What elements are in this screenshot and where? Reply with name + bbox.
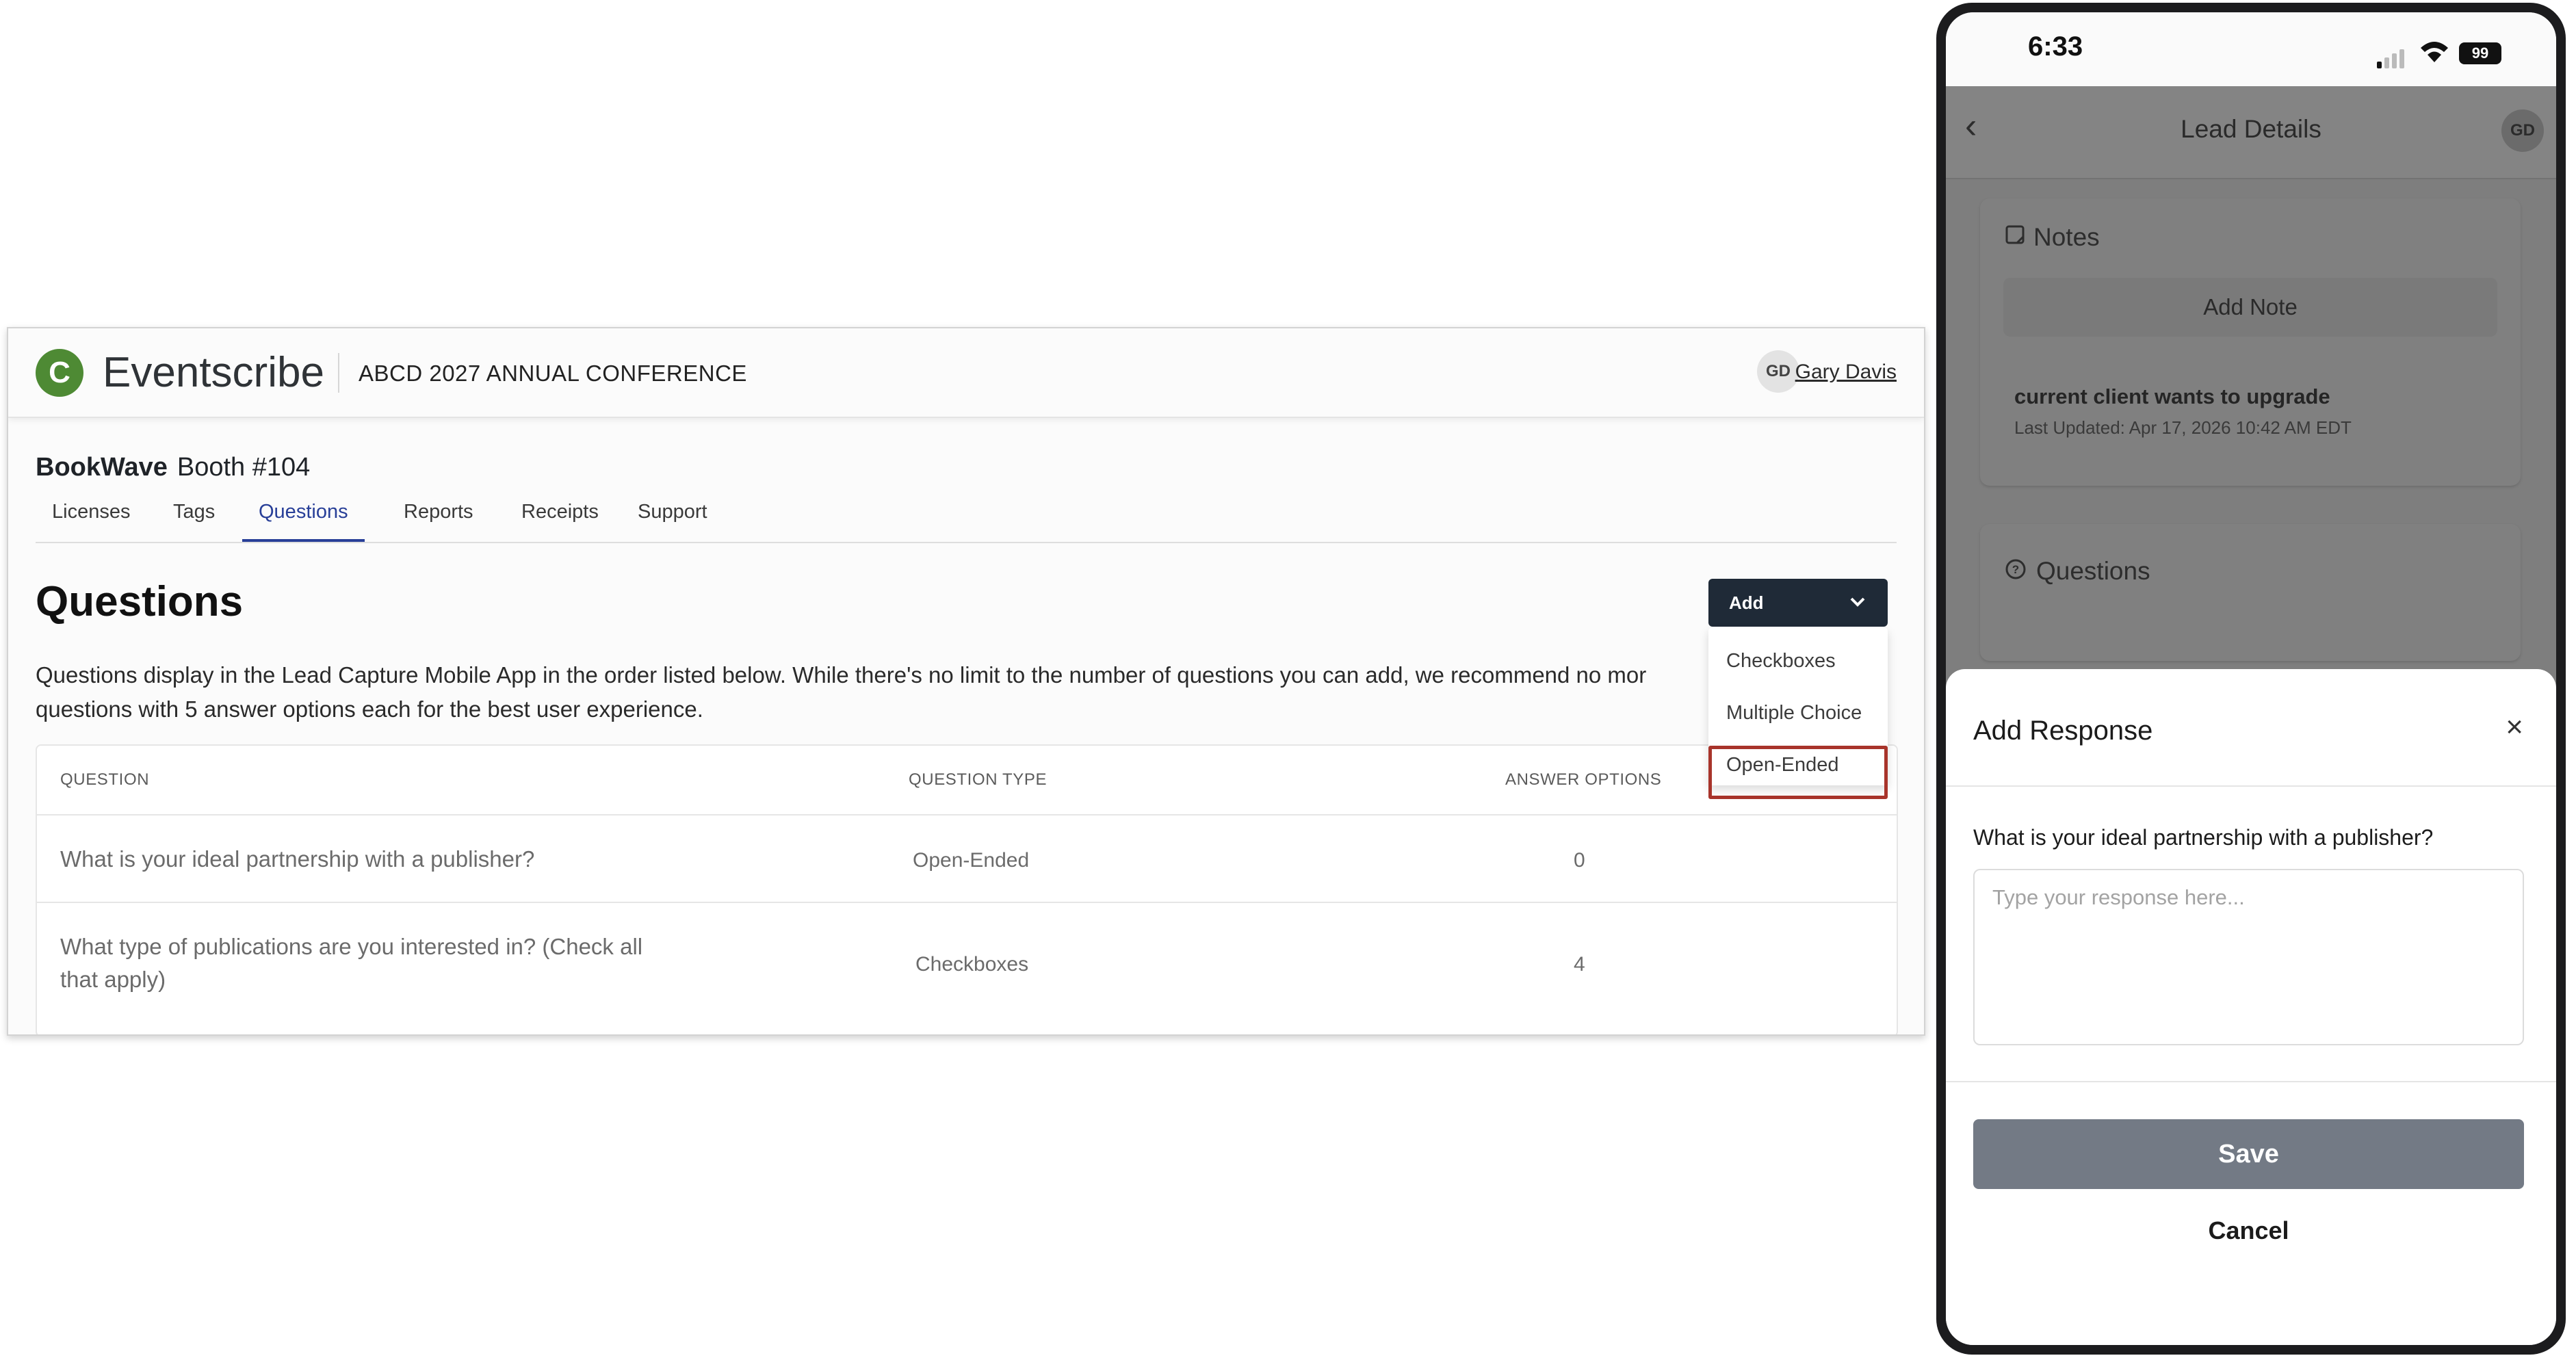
row-question-type: Checkboxes — [915, 953, 1029, 976]
battery-icon: 99 — [2459, 42, 2501, 64]
row-answer-options: 4 — [1574, 953, 1585, 976]
table-row[interactable]: What type of publications are you intere… — [37, 902, 1897, 1034]
sheet-title: Add Response — [1973, 716, 2153, 746]
menu-item-multiple-choice[interactable]: Multiple Choice — [1726, 699, 1862, 727]
questions-card: ? Questions — [1980, 524, 2521, 661]
tab-tags[interactable]: Tags — [157, 497, 231, 527]
chevron-down-icon — [1848, 591, 1867, 614]
table-row[interactable]: What is your ideal partnership with a pu… — [37, 814, 1897, 903]
response-input[interactable] — [1973, 869, 2524, 1045]
add-question-button[interactable]: Add — [1708, 579, 1888, 627]
lead-details-header: ‹ Lead Details GD — [1946, 86, 2556, 179]
portal-header: C Eventscribe ABCD 2027 ANNUAL CONFERENC… — [8, 328, 1924, 418]
tab-support[interactable]: Support — [621, 497, 724, 527]
user-avatar[interactable]: GD — [1757, 350, 1799, 393]
header-divider — [338, 353, 339, 393]
screen-title: Lead Details — [2181, 115, 2321, 143]
help-circle-icon: ? — [2005, 558, 2027, 586]
tab-questions[interactable]: Questions — [242, 497, 365, 542]
status-time: 6:33 — [2028, 31, 2083, 62]
questions-table: QUESTION QUESTION TYPE ANSWER OPTIONS Wh… — [36, 744, 1898, 1034]
wifi-icon — [2419, 40, 2449, 69]
page-description: Questions display in the Lead Capture Mo… — [36, 662, 1647, 722]
page-title: Questions — [36, 578, 244, 625]
phone-screen: 6:33 99 ‹ Lead Details GD Notes Add Note — [1946, 12, 2556, 1345]
row-question: What is your ideal partnership with a pu… — [60, 846, 535, 872]
column-header-question-type: QUESTION TYPE — [909, 770, 1048, 789]
row-question-type: Open-Ended — [913, 849, 1030, 872]
notes-card: Notes Add Note current client wants to u… — [1980, 198, 2521, 486]
response-question: What is your ideal partnership with a pu… — [1973, 825, 2434, 850]
conference-title: ABCD 2027 ANNUAL CONFERENCE — [359, 361, 747, 386]
user-name-link[interactable]: Gary Davis — [1795, 360, 1897, 384]
column-header-answer-options: ANSWER OPTIONS — [1505, 770, 1662, 789]
cancel-button[interactable]: Cancel — [1973, 1196, 2524, 1266]
open-ended-highlight-box — [1708, 746, 1888, 799]
notes-title: Notes — [2033, 223, 2100, 251]
note-timestamp: Last Updated: Apr 17, 2026 10:42 AM EDT — [2014, 417, 2352, 438]
profile-avatar[interactable]: GD — [2501, 109, 2544, 152]
status-bar: 6:33 99 — [1946, 12, 2556, 86]
save-button[interactable]: Save — [1973, 1119, 2524, 1189]
web-portal: C Eventscribe ABCD 2027 ANNUAL CONFERENC… — [7, 327, 1925, 1036]
row-answer-options: 0 — [1574, 849, 1585, 872]
column-header-question: QUESTION — [60, 770, 150, 789]
phone-device: 6:33 99 ‹ Lead Details GD Notes Add Note — [1936, 3, 2566, 1355]
svg-text:?: ? — [2012, 563, 2019, 576]
menu-item-checkboxes[interactable]: Checkboxes — [1726, 647, 1836, 675]
sheet-divider — [1946, 1081, 2556, 1082]
note-text: current client wants to upgrade — [2014, 384, 2330, 408]
add-response-sheet: Add Response × What is your ideal partne… — [1946, 669, 2556, 1345]
booth-title: BookWave Booth #104 — [36, 452, 310, 483]
questions-card-title: Questions — [2036, 557, 2150, 585]
row-question: What type of publications are you intere… — [60, 934, 643, 992]
tab-reports[interactable]: Reports — [387, 497, 490, 527]
booth-company: BookWave — [36, 453, 168, 482]
close-icon[interactable]: × — [2506, 710, 2523, 744]
tab-receipts[interactable]: Receipts — [505, 497, 615, 527]
add-button-label: Add — [1729, 592, 1764, 613]
brand-name: Eventscribe — [103, 349, 324, 396]
tab-licenses[interactable]: Licenses — [36, 497, 146, 527]
note-icon — [2005, 224, 2025, 250]
booth-number: Booth #104 — [177, 453, 311, 482]
eventscribe-logo-icon: C — [36, 349, 83, 397]
sheet-divider — [1946, 785, 2556, 787]
add-note-button[interactable]: Add Note — [2003, 278, 2497, 337]
tab-bar: Licenses Tags Questions Reports Receipts… — [36, 497, 1897, 543]
